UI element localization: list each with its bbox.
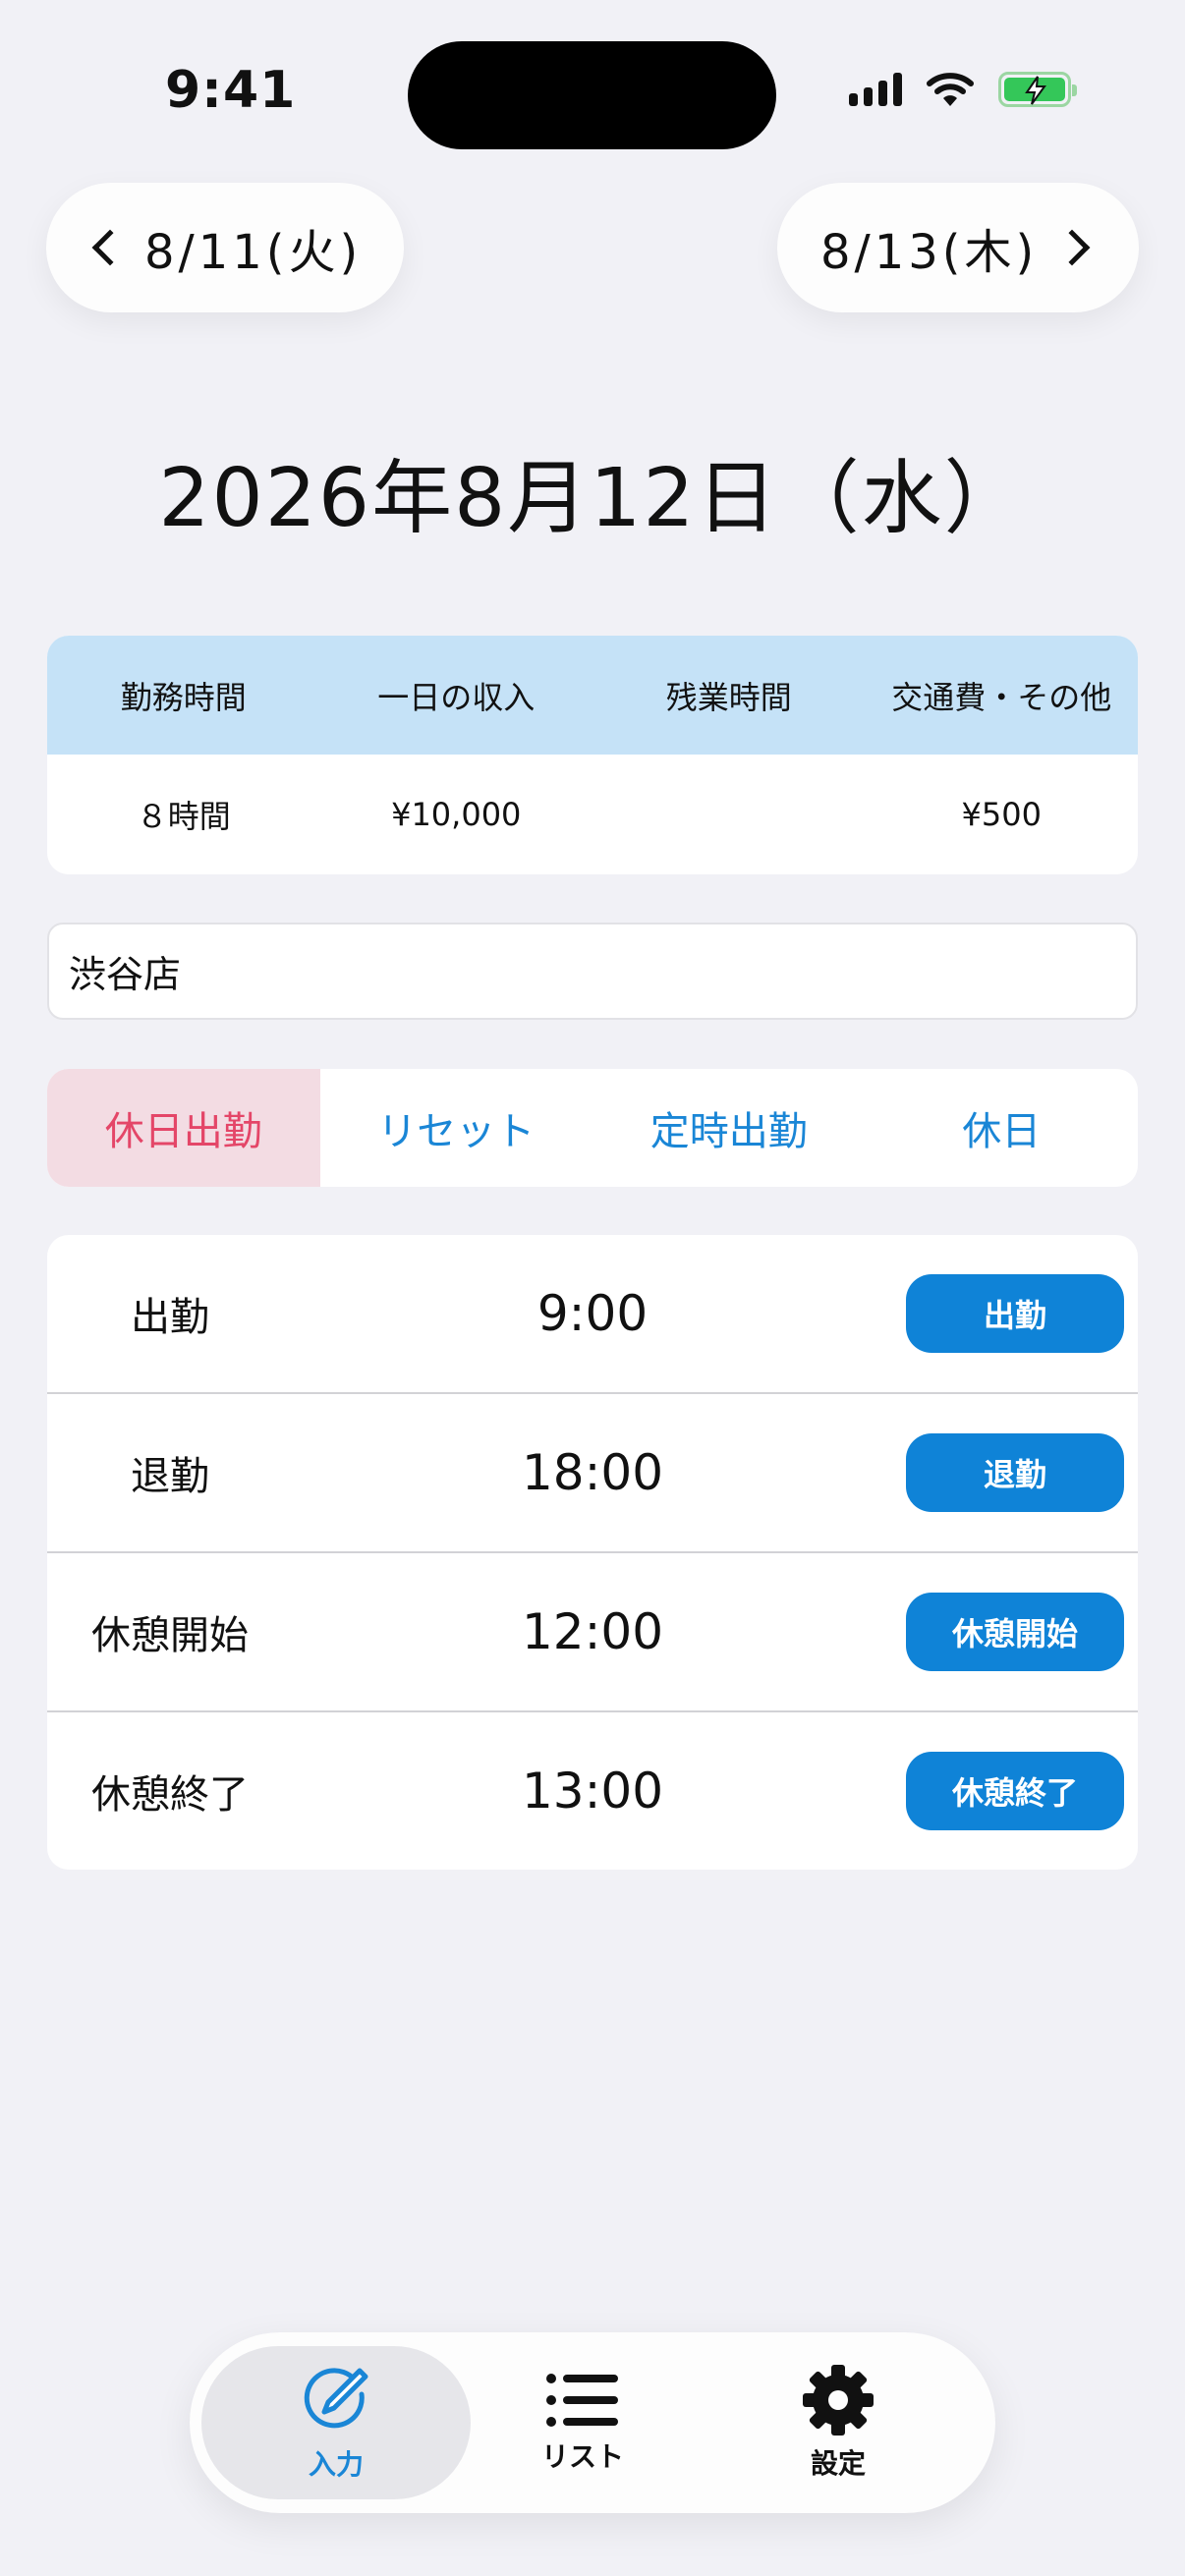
chevron-left-icon: [91, 229, 129, 266]
pencil-circle-icon: [304, 2368, 368, 2429]
time-records-card: 出勤 9:00 出勤 退勤 18:00 退勤 休憩開始 12:00 休憩開始 休…: [47, 1235, 1138, 1870]
tab-list[interactable]: リスト: [504, 2346, 661, 2499]
screen: 9:41 8/11(火) 8/13(木) 2026年8月12日（水） 勤務時間 …: [0, 0, 1185, 2576]
next-day-button[interactable]: 8/13(木): [777, 183, 1139, 312]
record-label: 出勤: [131, 1295, 209, 1340]
clock-in-button[interactable]: 出勤: [906, 1274, 1124, 1353]
mode-day-off[interactable]: 休日: [866, 1069, 1139, 1187]
prev-day-label: 8/11(火): [144, 225, 363, 280]
clock-out-button[interactable]: 退勤: [906, 1433, 1124, 1512]
record-row-break-start: 休憩開始 12:00 休憩開始: [47, 1553, 1138, 1712]
dynamic-island: [408, 41, 776, 149]
record-row-break-end: 休憩終了 13:00 休憩終了: [47, 1712, 1138, 1870]
record-row-clock-in: 出勤 9:00 出勤: [47, 1235, 1138, 1394]
summary-header-work-hours: 勤務時間: [120, 678, 247, 716]
summary-value-row: ８時間 ¥10,000 ¥500: [47, 755, 1138, 874]
record-row-clock-out: 退勤 18:00 退勤: [47, 1394, 1138, 1553]
store-name-field[interactable]: 渋谷店: [47, 923, 1138, 1020]
summary-header-daily-income: 一日の収入: [377, 678, 536, 716]
work-mode-segment: 休日出勤 リセット 定時出勤 休日: [47, 1069, 1138, 1187]
break-end-button[interactable]: 休憩終了: [906, 1752, 1124, 1830]
record-time[interactable]: 18:00: [421, 1394, 764, 1551]
summary-header-transport: 交通費・その他: [891, 678, 1112, 716]
daily-summary-card: 勤務時間 一日の収入 残業時間 交通費・その他 ８時間 ¥10,000 ¥500: [47, 636, 1138, 874]
summary-header-overtime: 残業時間: [665, 678, 792, 716]
tab-input-label: 入力: [308, 2448, 364, 2481]
summary-header-row: 勤務時間 一日の収入 残業時間 交通費・その他: [47, 636, 1138, 755]
prev-day-button[interactable]: 8/11(火): [46, 183, 404, 312]
summary-value-daily-income: ¥10,000: [391, 796, 522, 833]
status-time: 9:41: [165, 61, 297, 120]
record-label: 休憩開始: [91, 1613, 249, 1658]
record-time[interactable]: 9:00: [421, 1235, 764, 1392]
next-day-label: 8/13(木): [820, 225, 1039, 280]
summary-value-overtime: [592, 755, 866, 874]
tab-settings-label: 設定: [810, 2447, 866, 2480]
list-icon: [546, 2374, 618, 2427]
tab-settings[interactable]: 設定: [760, 2346, 917, 2499]
record-time[interactable]: 13:00: [421, 1712, 764, 1870]
summary-value-work-hours: ８時間: [136, 798, 231, 835]
tab-bar: 入力 リスト 設定: [190, 2332, 995, 2513]
record-label: 退勤: [131, 1454, 209, 1499]
status-icons: [849, 71, 1077, 108]
wifi-icon: [927, 73, 974, 106]
tab-list-label: リスト: [540, 2440, 624, 2473]
record-time[interactable]: 12:00: [421, 1553, 764, 1710]
mode-reset[interactable]: リセット: [320, 1069, 593, 1187]
battery-charging-icon: [998, 72, 1077, 107]
record-label: 休憩終了: [91, 1772, 249, 1818]
summary-value-transport: ¥500: [961, 796, 1042, 833]
mode-holiday-work[interactable]: 休日出勤: [47, 1069, 320, 1187]
tab-input[interactable]: 入力: [201, 2346, 471, 2499]
gear-icon: [803, 2365, 874, 2436]
cellular-signal-icon: [849, 73, 902, 106]
mode-regular-work[interactable]: 定時出勤: [592, 1069, 866, 1187]
page-title: 2026年8月12日（水）: [158, 452, 1027, 545]
chevron-right-icon: [1053, 229, 1091, 266]
break-start-button[interactable]: 休憩開始: [906, 1593, 1124, 1671]
